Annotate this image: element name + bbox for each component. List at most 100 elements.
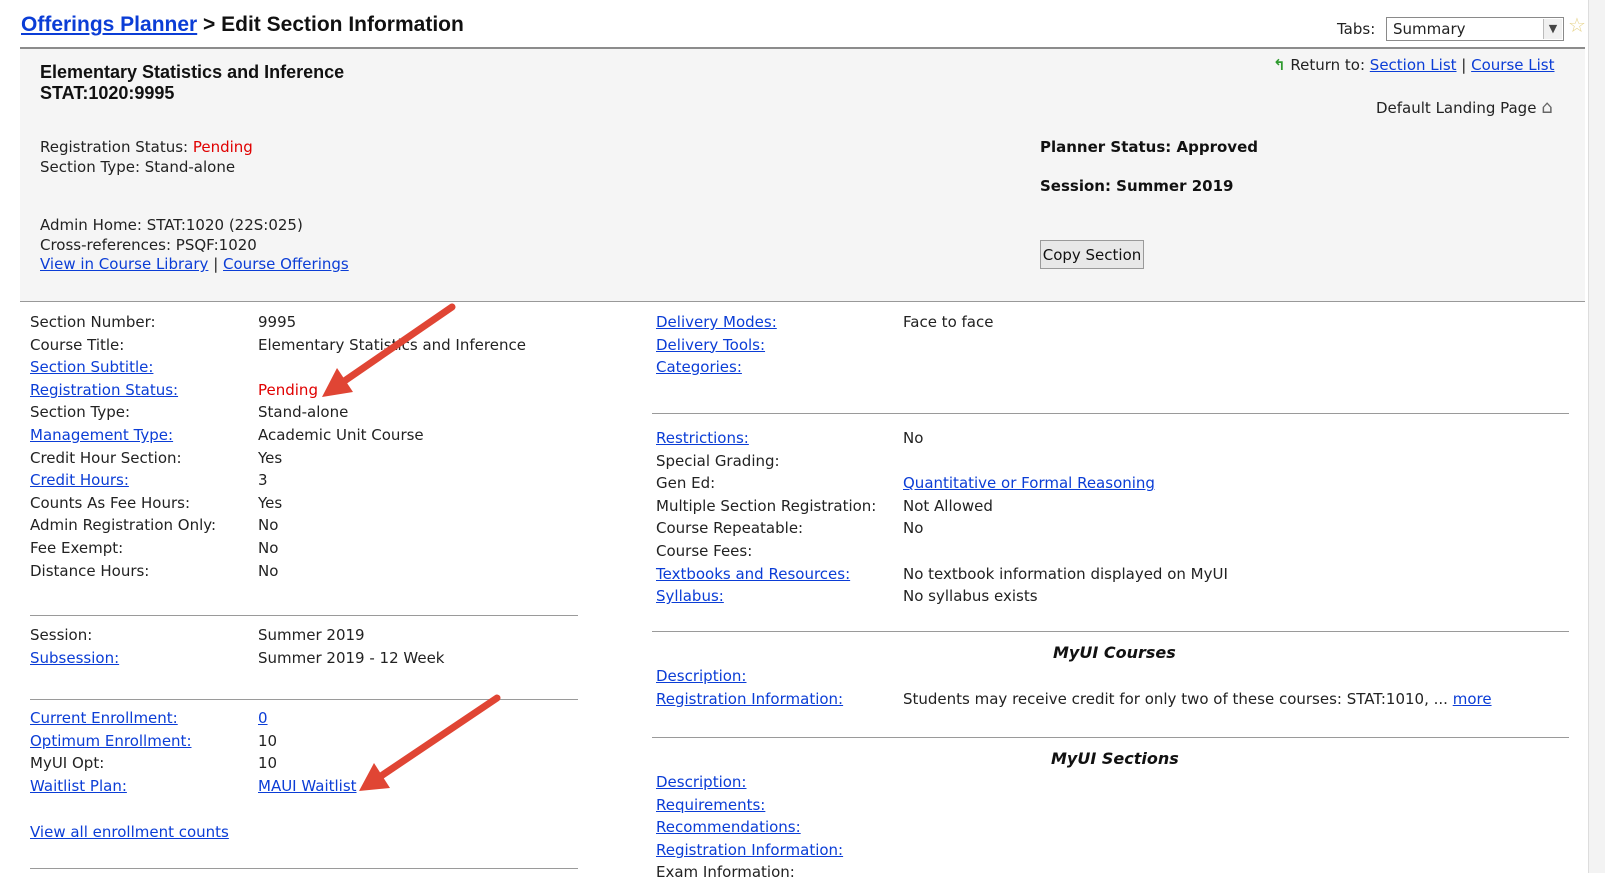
field-label-section-subtitle[interactable]: Section Subtitle: (30, 358, 153, 376)
course-list-link[interactable]: Course List (1471, 56, 1554, 74)
myui-courses-value-registration-information: Students may receive credit for only two… (903, 690, 1492, 708)
breadcrumb-link-offerings-planner[interactable]: Offerings Planner (21, 13, 197, 36)
myui-sections-label-registration-information[interactable]: Registration Information: (656, 841, 843, 859)
registration-status-line: Registration Status: Pending (40, 138, 253, 156)
divider (30, 868, 578, 869)
field-value-course-repeatable: No (903, 519, 924, 538)
tabs-selected-value: Summary (1393, 20, 1466, 38)
myui-courses-label-registration-information[interactable]: Registration Information: (656, 690, 843, 708)
field-value-waitlist-plan[interactable]: MAUI Waitlist (258, 777, 357, 795)
field-value-syllabus: No syllabus exists (903, 587, 1038, 606)
link-separator: | (1461, 56, 1467, 74)
default-landing-label: Default Landing Page (1376, 99, 1537, 117)
field-value-textbooks-and-resources: No textbook information displayed on MyU… (903, 564, 1228, 583)
myui-sections-label-exam-information: Exam Information: (656, 863, 795, 881)
divider (30, 699, 578, 700)
session-heading: Session: Summer 2019 (1040, 177, 1234, 195)
field-value-gen-ed[interactable]: Quantitative or Formal Reasoning (903, 474, 1155, 492)
library-links: View in Course Library | Course Offering… (40, 255, 349, 273)
page-title: > Edit Section Information (197, 13, 464, 36)
divider (652, 631, 1569, 632)
field-value-admin-registration-only: No (258, 516, 279, 535)
field-value-restrictions: No (903, 429, 924, 447)
course-offerings-link[interactable]: Course Offerings (223, 255, 349, 273)
myui-courses-label-description[interactable]: Description: (656, 667, 746, 685)
copy-section-button[interactable]: Copy Section (1040, 240, 1144, 269)
field-label-multiple-section-registration: Multiple Section Registration: (656, 496, 877, 515)
annotation-arrow-waitlist (359, 694, 501, 791)
registration-status-value: Pending (192, 138, 253, 156)
return-to: ↰ Return to: Section List | Course List (1273, 56, 1555, 74)
field-label-gen-ed: Gen Ed: (656, 474, 716, 493)
field-label-categories[interactable]: Categories: (656, 358, 742, 376)
field-value-registration-status: Pending (258, 380, 318, 399)
chevron-down-icon[interactable]: ▼ (1543, 19, 1562, 39)
field-label-credit-hours[interactable]: Credit Hours: (30, 471, 129, 489)
view-in-course-library-link[interactable]: View in Course Library (40, 255, 208, 273)
field-label-optimum-enrollment[interactable]: Optimum Enrollment: (30, 732, 192, 750)
myui-sections-label-description[interactable]: Description: (656, 773, 746, 791)
field-value-credit-hours: 3 (258, 471, 268, 490)
registration-status-label: Registration Status: (40, 138, 189, 156)
field-label-admin-registration-only: Admin Registration Only: (30, 516, 217, 535)
star-icon[interactable]: ☆ (1568, 13, 1586, 37)
field-label-subsession[interactable]: Subsession: (30, 649, 119, 667)
field-label-registration-status[interactable]: Registration Status: (30, 381, 178, 399)
section-type-line: Section Type: Stand-alone (40, 158, 236, 176)
myui-sections-label-requirements[interactable]: Requirements: (656, 796, 765, 814)
cross-references: Cross-references: PSQF:1020 (40, 236, 257, 254)
course-title: Elementary Statistics and Inference (40, 62, 345, 82)
field-value-course-title: Elementary Statistics and Inference (258, 335, 526, 354)
return-to-label: Return to: (1290, 56, 1366, 74)
field-value-session: Summer 2019 (258, 626, 365, 644)
field-label-session: Session: (30, 626, 93, 644)
field-label-counts-as-fee-hours: Counts As Fee Hours: (30, 493, 191, 512)
field-value-management-type: Academic Unit Course (258, 426, 424, 444)
return-arrow-icon: ↰ (1273, 56, 1286, 74)
field-value-credit-hour-section: Yes (258, 448, 283, 467)
field-value-optimum-enrollment: 10 (258, 731, 278, 750)
vertical-scrollbar[interactable] (1588, 0, 1605, 873)
link-separator: | (213, 255, 219, 273)
field-value-multiple-section-registration: Not Allowed (903, 496, 993, 515)
field-value-delivery-modes: Face to face (903, 313, 994, 331)
field-label-delivery-tools[interactable]: Delivery Tools: (656, 336, 765, 354)
field-label-section-number: Section Number: (30, 313, 156, 331)
field-label-course-repeatable: Course Repeatable: (656, 519, 804, 538)
field-value-current-enrollment[interactable]: 0 (258, 709, 268, 727)
field-label-credit-hour-section: Credit Hour Section: (30, 448, 182, 467)
divider (652, 737, 1569, 738)
divider (30, 615, 578, 616)
field-value-section-type: Stand-alone (258, 403, 349, 422)
field-label-course-fees: Course Fees: (656, 542, 753, 560)
field-label-special-grading: Special Grading: (656, 451, 780, 470)
field-label-course-title: Course Title: (30, 335, 125, 354)
field-label-current-enrollment[interactable]: Current Enrollment: (30, 709, 178, 727)
planner-status: Planner Status: Approved (1040, 138, 1258, 156)
registration-info-text: Students may receive credit for only two… (903, 689, 1453, 708)
field-label-delivery-modes[interactable]: Delivery Modes: (656, 313, 777, 331)
field-label-waitlist-plan[interactable]: Waitlist Plan: (30, 777, 127, 795)
field-label-fee-exempt: Fee Exempt: (30, 539, 124, 557)
field-label-restrictions[interactable]: Restrictions: (656, 429, 749, 447)
admin-home: Admin Home: STAT:1020 (22S:025) (40, 216, 303, 234)
more-link[interactable]: more (1453, 690, 1492, 708)
tabs-dropdown[interactable]: Summary ▼ (1386, 17, 1564, 41)
myui-sections-label-recommendations[interactable]: Recommendations: (656, 818, 801, 836)
myui-courses-heading: MyUI Courses (1053, 643, 1176, 662)
field-label-textbooks-and-resources[interactable]: Textbooks and Resources: (656, 565, 850, 583)
field-value-fee-exempt: No (258, 539, 279, 557)
field-label-syllabus[interactable]: Syllabus: (656, 587, 724, 605)
field-label-myui-opt: MyUI Opt: (30, 754, 105, 773)
field-value-counts-as-fee-hours: Yes (258, 493, 283, 512)
field-value-myui-opt: 10 (258, 754, 278, 773)
home-icon[interactable]: ⌂ (1541, 97, 1552, 118)
view-all-enrollment-counts-link[interactable]: View all enrollment counts (30, 823, 229, 841)
divider (652, 413, 1569, 414)
field-label-management-type[interactable]: Management Type: (30, 426, 173, 444)
myui-sections-heading: MyUI Sections (1051, 749, 1179, 768)
tabs-label: Tabs: (1337, 20, 1376, 38)
section-list-link[interactable]: Section List (1370, 56, 1457, 74)
field-value-section-number: 9995 (258, 313, 297, 331)
default-landing[interactable]: Default Landing Page ⌂ (1376, 97, 1553, 118)
